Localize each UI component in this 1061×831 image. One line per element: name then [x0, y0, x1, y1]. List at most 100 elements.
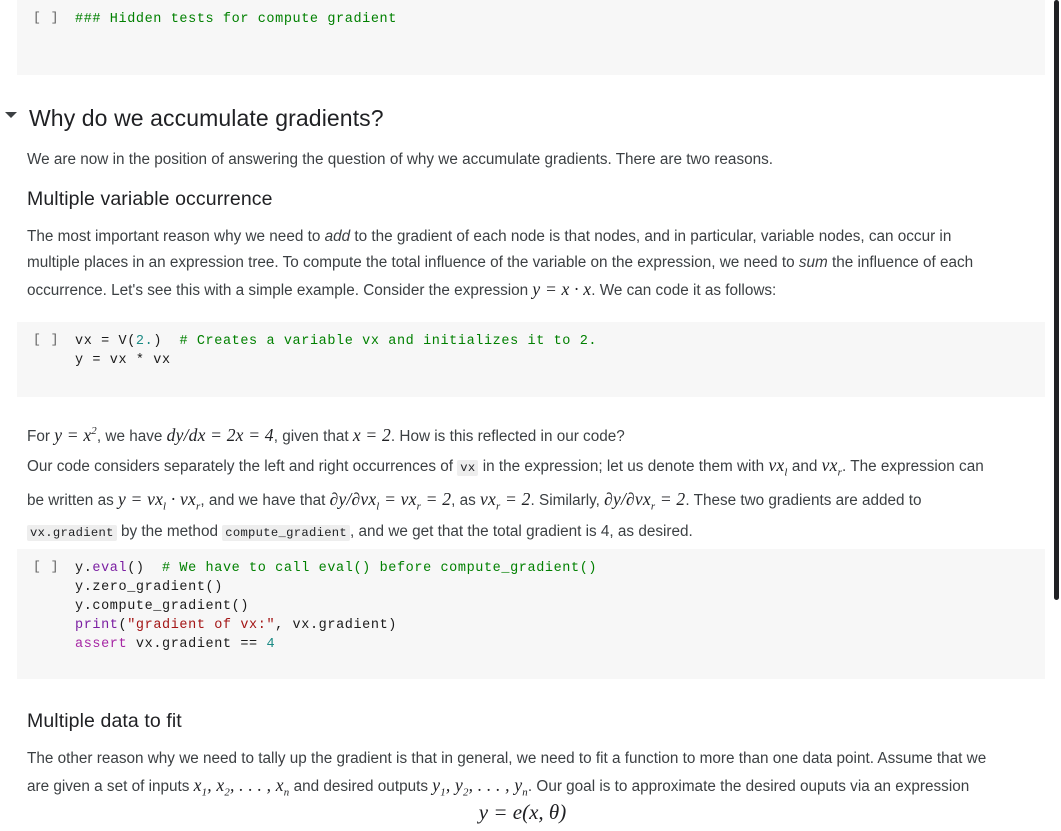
code-cell-compute-gradient[interactable]: [ ] y.eval() # We have to call eval() be…: [17, 549, 1045, 679]
emphasis-add: add: [324, 228, 351, 245]
text-run: . The expression can: [842, 458, 984, 475]
text-run: in the expression; let us denote them wi…: [478, 458, 769, 475]
cell-run-prompt[interactable]: [ ]: [33, 559, 59, 574]
math-base: = 2: [500, 488, 531, 509]
inline-math-output-set: y1, y2, . . . , yn: [432, 775, 528, 799]
text-run: , as: [451, 491, 481, 509]
code-content[interactable]: y.eval() # We have to call eval() before…: [75, 559, 597, 654]
inline-math-input-set: x1, x2, . . . , xn: [193, 775, 290, 799]
code-token: eval: [92, 561, 128, 576]
triangle-down-icon[interactable]: [5, 112, 17, 118]
math-base: = 2: [421, 488, 452, 509]
code-token: ### Hidden tests for compute gradient: [75, 12, 397, 27]
code-token: # We have to call eval() before compute_…: [162, 561, 598, 576]
text-run: and desired outputs: [289, 778, 433, 795]
emphasis-sum: sum: [798, 254, 828, 271]
text-run: occurrence. Let's see this with a simple…: [27, 282, 533, 299]
section-title[interactable]: Why do we accumulate gradients?: [29, 103, 384, 133]
text-run: by the method: [116, 523, 223, 540]
code-token: y.compute_gradient(): [75, 599, 250, 614]
text-run: the influence of each: [827, 254, 974, 271]
inline-math-y-equals-vxl-vxr: y = vxl · vxr: [117, 488, 200, 513]
code-cell-vx-variable[interactable]: [ ] vx = V(2.) # Creates a variable vx a…: [17, 322, 1045, 397]
math-base: , . . . , x: [230, 775, 284, 795]
inline-math-vx-l: vxl: [768, 455, 787, 479]
inline-math-y-equals-x-squared: y = x2: [54, 425, 97, 445]
math-base: ∂y/∂vx: [329, 488, 377, 509]
code-token: y.: [75, 561, 93, 576]
text-run: The most important reason why we need to: [27, 228, 325, 245]
code-token: print: [75, 618, 119, 633]
text-run: multiple places in an expression tree. T…: [27, 254, 799, 271]
code-token: 2.: [135, 334, 154, 349]
text-run: and: [787, 458, 822, 475]
math-base: · vx: [166, 488, 196, 509]
inline-math-y-equals-x-times-x: y = x · x: [532, 279, 592, 299]
paragraph-multiple-variable: The most important reason why we need to…: [27, 224, 1039, 304]
code-token: vx.gradient ==: [127, 637, 267, 652]
paragraph-line: vx.gradient by the method compute_gradie…: [27, 519, 1039, 546]
inline-math-x-equals-2: x = 2: [352, 424, 391, 445]
code-token: (): [127, 561, 163, 576]
inline-math-partial-y-partial-vxr: ∂y/∂vxr = 2: [604, 488, 686, 513]
code-line: vx = V(2.) # Creates a variable vx and i…: [75, 332, 597, 351]
code-line: ### Hidden tests for compute gradient: [75, 10, 397, 29]
text-run: . Similarly,: [530, 491, 605, 509]
code-line: y.zero_gradient(): [75, 578, 597, 597]
text-run: . We can code it as follows:: [591, 282, 777, 299]
code-token: assert: [75, 637, 128, 652]
math-base: ∂y/∂vx: [604, 488, 651, 509]
inline-math-vxr-equals-2: vxr = 2: [480, 488, 531, 513]
subheading-multiple-data-to-fit: Multiple data to fit: [27, 710, 182, 732]
text-run: to the gradient of each node is that nod…: [350, 228, 952, 245]
math-base: , . . . , y: [468, 775, 523, 795]
inline-math-dydx: dy/dx = 2x = 4: [166, 424, 274, 445]
text-run: Our code considers separately the left a…: [27, 458, 458, 475]
code-token: 4: [266, 637, 276, 652]
math-base: vx: [768, 455, 785, 475]
cell-run-prompt[interactable]: [ ]: [33, 332, 59, 347]
text-run: . Our goal is to approximate the desired…: [527, 778, 970, 795]
inline-code-compute-gradient: compute_gradient: [222, 525, 351, 541]
code-content[interactable]: ### Hidden tests for compute gradient: [75, 10, 397, 29]
paragraph-line: be written as y = vxl · vxr, and we have…: [27, 486, 1039, 520]
math-base: = vx: [379, 488, 417, 509]
inline-code-vx: vx: [457, 460, 479, 476]
vertical-scrollbar[interactable]: [1051, 0, 1061, 831]
code-cell-hidden-tests[interactable]: [ ] ### Hidden tests for compute gradien…: [17, 0, 1045, 75]
text-run: For: [27, 427, 55, 445]
notebook-page: [ ] ### Hidden tests for compute gradien…: [0, 0, 1061, 831]
code-line: assert vx.gradient == 4: [75, 635, 597, 654]
math-base: = 2: [655, 488, 686, 509]
display-math-y-equals-e-x-theta: y = e(x, θ): [478, 800, 567, 824]
code-token: ): [153, 334, 180, 349]
math-base: y = vx: [117, 488, 164, 509]
code-token: (: [118, 618, 128, 633]
math-base: x: [193, 775, 202, 795]
code-content[interactable]: vx = V(2.) # Creates a variable vx and i…: [75, 332, 597, 370]
text-run: . These two gradients are added to: [685, 491, 922, 509]
code-line: print("gradient of vx:", vx.gradient): [75, 616, 597, 635]
math-base: y: [432, 775, 441, 795]
section-intro-paragraph: We are now in the position of answering …: [27, 147, 1039, 173]
text-run: , and we get that the total gradient is …: [350, 523, 693, 540]
code-token: "gradient of vx:": [127, 618, 276, 633]
paragraph-derivative: For y = x2, we have dy/dx = 2x = 4, give…: [27, 418, 1039, 450]
text-run: , and we have that: [200, 491, 330, 509]
cell-run-prompt[interactable]: [ ]: [33, 10, 59, 25]
inline-code-vx-gradient: vx.gradient: [27, 525, 117, 541]
inline-math-vx-r: vxr: [822, 455, 842, 479]
paragraph-line: Our code considers separately the left a…: [27, 452, 1039, 486]
code-token: # Creates a variable vx and initializes …: [179, 334, 598, 349]
math-base: y = x: [54, 424, 92, 445]
code-line: y.compute_gradient(): [75, 597, 597, 616]
paragraph-line: multiple places in an expression tree. T…: [27, 250, 1039, 276]
text-run: , we have: [96, 427, 167, 445]
text-run: are given a set of inputs: [27, 778, 194, 795]
paragraph-line: occurrence. Let's see this with a simple…: [27, 276, 1039, 304]
paragraph-line: The other reason why we need to tally up…: [27, 750, 987, 767]
text-run: be written as: [27, 491, 118, 509]
paragraph-left-right-occurrences: Our code considers separately the left a…: [27, 452, 1039, 546]
math-base: , x: [207, 775, 225, 795]
scrollbar-thumb[interactable]: [1054, 0, 1059, 600]
